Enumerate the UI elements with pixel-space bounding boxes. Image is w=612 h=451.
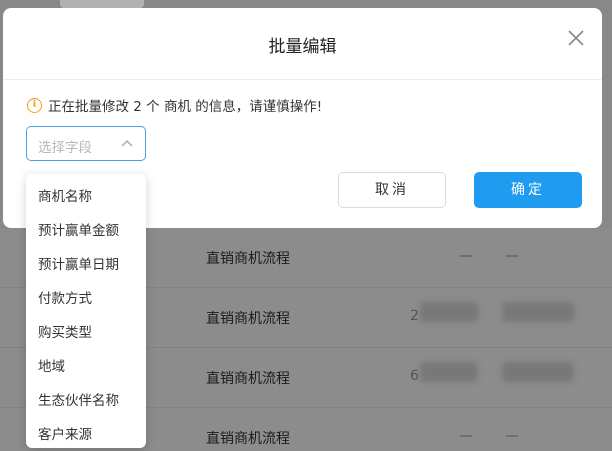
field-option[interactable]: 预计赢单金额 bbox=[26, 214, 146, 248]
field-select-placeholder: 选择字段 bbox=[38, 140, 92, 156]
field-option[interactable]: 商机名称 bbox=[26, 180, 146, 214]
dialog-title: 批量编辑 bbox=[268, 37, 337, 57]
field-option[interactable]: 预计赢单日期 bbox=[26, 248, 146, 282]
field-select[interactable]: 选择字段 bbox=[26, 126, 146, 161]
background-tab-hint bbox=[60, 0, 144, 8]
dialog-header: 批量编辑 bbox=[3, 8, 602, 80]
field-option[interactable]: 生态伙伴名称 bbox=[26, 384, 146, 418]
field-option[interactable]: 购买类型 bbox=[26, 316, 146, 350]
field-option[interactable]: 地域 bbox=[26, 350, 146, 384]
info-icon: i bbox=[27, 97, 42, 113]
close-icon bbox=[568, 30, 584, 46]
field-dropdown: 商机名称 预计赢单金额 预计赢单日期 付款方式 购买类型 地域 生态伙伴名称 客… bbox=[26, 174, 146, 448]
close-button[interactable] bbox=[566, 28, 586, 48]
notice-text: 正在批量修改 2 个 商机 的信息，请谨慎操作! bbox=[48, 99, 323, 115]
field-option[interactable]: 付款方式 bbox=[26, 282, 146, 316]
field-option[interactable]: 客户来源 bbox=[26, 418, 146, 451]
warning-notice: i 正在批量修改 2 个 商机 的信息，请谨慎操作! bbox=[27, 95, 322, 115]
cancel-button[interactable]: 取消 bbox=[338, 172, 446, 208]
chevron-up-icon bbox=[121, 140, 133, 147]
confirm-button[interactable]: 确定 bbox=[474, 172, 582, 208]
